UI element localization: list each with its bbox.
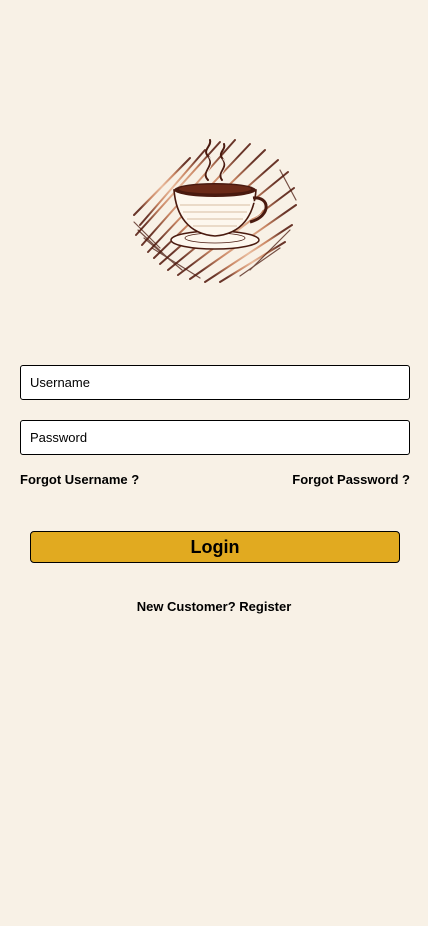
register-link[interactable]: New Customer? Register xyxy=(0,599,428,614)
login-button[interactable]: Login xyxy=(30,531,400,563)
coffee-logo xyxy=(130,130,300,285)
username-input[interactable] xyxy=(21,366,409,399)
coffee-cup-icon xyxy=(133,139,297,283)
username-field[interactable] xyxy=(20,365,410,400)
forgot-password-link[interactable]: Forgot Password ? xyxy=(292,472,410,487)
password-field[interactable] xyxy=(20,420,410,455)
forgot-username-link[interactable]: Forgot Username ? xyxy=(20,472,139,487)
password-input[interactable] xyxy=(21,421,409,454)
